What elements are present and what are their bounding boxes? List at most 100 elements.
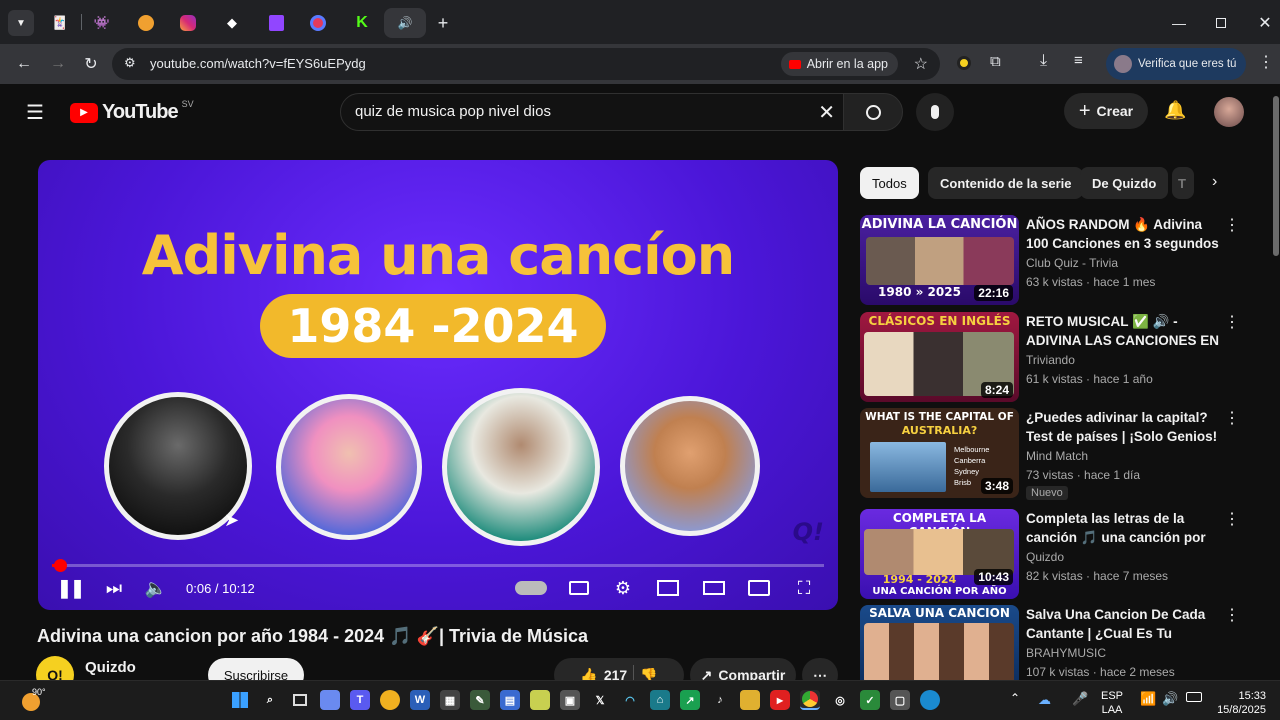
tab-8[interactable]: K xyxy=(342,8,382,38)
chip-de-quizdo[interactable]: De Quizdo xyxy=(1080,167,1169,199)
tab-2[interactable]: 👾 xyxy=(82,8,122,38)
download-icon[interactable]: ⤓ xyxy=(1040,52,1047,70)
open-in-app-button[interactable]: Abrir en la app xyxy=(780,52,898,76)
taskbar-app-8[interactable]: ◎ xyxy=(830,690,850,710)
taskbar-search-button[interactable]: ⌕ xyxy=(260,690,280,710)
autoplay-toggle[interactable] xyxy=(514,576,548,600)
channel-name[interactable]: Quizdo xyxy=(85,659,136,676)
taskbar-app-x[interactable]: 𝕏 xyxy=(590,690,610,710)
minimize-button[interactable]: — xyxy=(1164,10,1194,36)
taskbar-app-4[interactable]: ▣ xyxy=(560,690,580,710)
taskbar-app-explorer[interactable] xyxy=(740,690,760,710)
microphone-icon[interactable]: 🎤 xyxy=(1072,691,1088,707)
taskbar-app-6[interactable]: ⌂ xyxy=(650,690,670,710)
cast-button[interactable] xyxy=(746,576,772,600)
volume-button[interactable]: 🔈 xyxy=(145,576,167,600)
chip-todos[interactable]: Todos xyxy=(860,167,919,199)
video-player[interactable]: Adivina una cancíon 1984 -2024 Q! ❚❚ ⏭ 🔈… xyxy=(38,160,838,610)
recommendation-item[interactable]: SALVA UNA CANCION Salva Una Cancion De C… xyxy=(860,605,1240,680)
more-options-icon[interactable]: ⋮ xyxy=(1224,511,1240,531)
more-options-icon[interactable]: ⋮ xyxy=(1224,314,1240,334)
taskbar-app-2[interactable]: ▤ xyxy=(500,690,520,710)
puzzle-extensions-icon[interactable]: ⧉ xyxy=(990,53,1001,70)
tab-7[interactable] xyxy=(298,8,338,38)
theater-mode-button[interactable] xyxy=(702,576,726,600)
battery-icon[interactable] xyxy=(1186,692,1202,702)
youtube-logo[interactable]: ▶ YouTube SV xyxy=(70,99,194,124)
onedrive-icon[interactable]: ☁ xyxy=(1038,692,1051,708)
chip-more[interactable]: T xyxy=(1172,167,1194,199)
more-options-icon[interactable]: ⋮ xyxy=(1224,410,1240,430)
recommendation-thumbnail[interactable]: WHAT IS THE CAPITAL OF AUSTRALIA? Melbou… xyxy=(860,408,1019,498)
task-view-button[interactable] xyxy=(290,690,310,710)
taskbar-app-10[interactable]: ▢ xyxy=(890,690,910,710)
tab-search-button[interactable]: ▼ xyxy=(8,10,34,36)
settings-button[interactable]: ⚙ xyxy=(612,576,634,600)
chevron-right-icon[interactable]: › xyxy=(1212,173,1217,191)
notifications-bell-icon[interactable]: 🔔 xyxy=(1164,100,1186,121)
start-button[interactable] xyxy=(230,690,250,710)
scrollbar-thumb[interactable] xyxy=(1273,96,1279,256)
recommendation-thumbnail[interactable]: COMPLETA LA CANCIÓN 1994 - 2024 UNA CANC… xyxy=(860,509,1019,599)
taskbar-app-word[interactable]: W xyxy=(410,690,430,710)
taskbar-app-tiktok[interactable]: ♪ xyxy=(710,690,730,710)
recommendation-thumbnail[interactable]: ADIVINA LA CANCIÓN 1980 » 2025 22:16 xyxy=(860,215,1019,305)
next-button[interactable]: ⏭ xyxy=(104,576,124,600)
search-button[interactable] xyxy=(843,93,903,131)
tab-3[interactable] xyxy=(126,8,166,38)
recommendation-item[interactable]: WHAT IS THE CAPITAL OF AUSTRALIA? Melbou… xyxy=(860,408,1240,500)
forward-button[interactable]: → xyxy=(44,50,72,78)
reload-button[interactable]: ↻ xyxy=(77,50,105,78)
page-scrollbar[interactable] xyxy=(1272,86,1280,680)
search-box[interactable]: quiz de musica pop nivel dios ✕ xyxy=(340,93,844,131)
new-tab-button[interactable]: + xyxy=(430,8,456,38)
taskbar-app-edge[interactable] xyxy=(920,690,940,710)
create-button[interactable]: + Crear xyxy=(1064,93,1148,129)
taskbar-app-chrome-alt[interactable] xyxy=(380,690,400,710)
recommendation-thumbnail[interactable]: CLÁSICOS EN INGLÉS 8:24 xyxy=(860,312,1019,402)
browser-menu-icon[interactable]: ⋮ xyxy=(1258,52,1274,72)
taskbar-app-calculator[interactable]: ▦ xyxy=(440,690,460,710)
tab-1[interactable]: 🃏 xyxy=(40,8,80,38)
taskbar-app-copilot[interactable] xyxy=(320,690,340,710)
media-control-icon[interactable]: ≡ xyxy=(1074,52,1083,69)
taskbar-app-chrome[interactable] xyxy=(800,690,820,710)
verify-profile-button[interactable]: Verifica que eres tú xyxy=(1106,48,1246,80)
volume-icon[interactable]: 🔊 xyxy=(1162,691,1178,707)
clock[interactable]: 15:33 15/8/2025 xyxy=(1206,689,1266,717)
recommendation-item[interactable]: CLÁSICOS EN INGLÉS 8:24 RETO MUSICAL ✅ 🔊… xyxy=(860,312,1240,404)
address-bar[interactable]: ⚙ youtube.com/watch?v=fEYS6uEPydg Abrir … xyxy=(112,48,940,80)
taskbar-app-teams[interactable]: T xyxy=(350,690,370,710)
recommendation-item[interactable]: COMPLETA LA CANCIÓN 1994 - 2024 UNA CANC… xyxy=(860,509,1240,601)
hamburger-menu-icon[interactable]: ☰ xyxy=(26,100,44,125)
extension-icon[interactable] xyxy=(957,56,971,70)
fullscreen-button[interactable]: ⛶ xyxy=(792,576,816,600)
wifi-icon[interactable]: 📶 xyxy=(1140,691,1156,707)
voice-search-button[interactable] xyxy=(916,93,954,131)
miniplayer-button[interactable] xyxy=(656,576,680,600)
tab-active-youtube[interactable]: 🔊 xyxy=(384,8,426,38)
taskbar-app-7[interactable]: ↗ xyxy=(680,690,700,710)
search-input[interactable]: quiz de musica pop nivel dios xyxy=(355,103,551,120)
progress-scrubber[interactable] xyxy=(53,559,67,572)
taskbar-app-1[interactable]: ✎ xyxy=(470,690,490,710)
account-avatar[interactable] xyxy=(1214,97,1244,127)
more-options-icon[interactable]: ⋮ xyxy=(1224,607,1240,627)
close-window-button[interactable]: ✕ xyxy=(1250,10,1280,36)
pause-button[interactable]: ❚❚ xyxy=(57,576,85,600)
taskbar-app-3[interactable] xyxy=(530,690,550,710)
clear-search-icon[interactable]: ✕ xyxy=(818,100,835,125)
chevron-up-icon[interactable]: ⌃ xyxy=(1010,691,1020,705)
chip-series[interactable]: Contenido de la serie xyxy=(928,167,1084,199)
taskbar-app-5[interactable]: ◠ xyxy=(620,690,640,710)
tab-4[interactable] xyxy=(168,8,208,38)
restore-button[interactable] xyxy=(1206,10,1236,36)
language-indicator[interactable]: ESP LAA xyxy=(1098,689,1126,717)
taskbar-app-9[interactable]: ✓ xyxy=(860,690,880,710)
bookmark-star-icon[interactable]: ☆ xyxy=(914,54,928,74)
subtitles-button[interactable] xyxy=(568,576,590,600)
recommendation-item[interactable]: ADIVINA LA CANCIÓN 1980 » 2025 22:16 AÑO… xyxy=(860,215,1240,307)
progress-bar[interactable] xyxy=(52,559,824,572)
tab-5[interactable]: ◆ xyxy=(212,8,252,38)
weather-widget[interactable]: 90° xyxy=(20,687,50,715)
